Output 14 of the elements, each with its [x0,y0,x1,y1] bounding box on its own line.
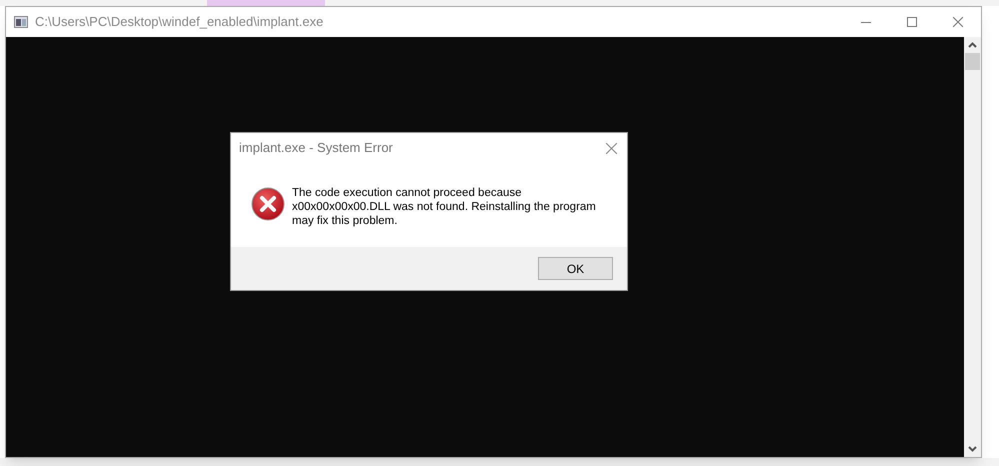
window-title: C:\Users\PC\Desktop\windef_enabled\implant.exe [35,13,324,32]
error-message: The code execution cannot proceed because x00x00x00x00.DLL was not found. Reinstalling the program may fix this problem. [292,186,597,228]
maximize-icon [907,17,917,27]
error-icon [251,187,285,221]
close-icon [606,142,616,154]
ok-button[interactable]: OK [538,257,613,280]
scrollbar[interactable] [964,37,981,457]
scroll-up-icon[interactable] [968,42,977,48]
scroll-down-icon[interactable] [968,446,977,452]
close-button[interactable] [603,140,619,156]
scroll-thumb[interactable] [965,53,980,70]
console-icon [14,16,28,28]
close-icon [953,17,963,27]
dialog-title: implant.exe - System Error [239,139,393,158]
